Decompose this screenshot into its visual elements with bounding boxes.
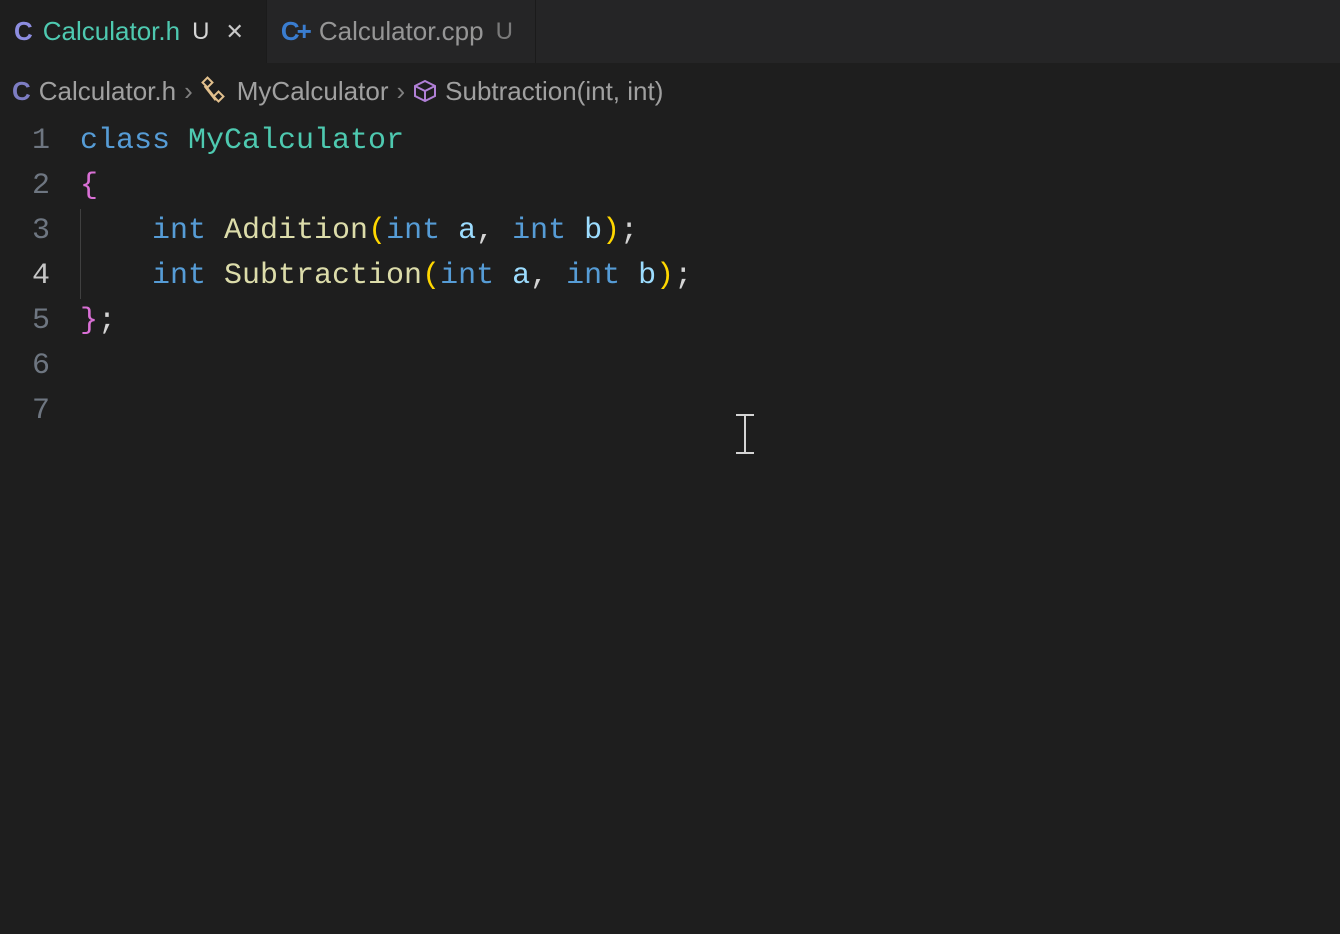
chevron-right-icon: › bbox=[184, 76, 193, 107]
tab-label: Calculator.cpp bbox=[319, 16, 484, 47]
tab-label: Calculator.h bbox=[43, 16, 180, 47]
code-line[interactable]: int Subtraction(int a, int b); bbox=[80, 254, 692, 299]
code-line[interactable]: int Addition(int a, int b); bbox=[80, 209, 692, 254]
code-content[interactable]: class MyCalculator{ int Addition(int a, … bbox=[80, 119, 692, 434]
code-editor[interactable]: 1234567 class MyCalculator{ int Addition… bbox=[0, 119, 1340, 434]
breadcrumb-class-label: MyCalculator bbox=[237, 76, 389, 107]
line-number: 1 bbox=[0, 119, 50, 164]
file-cpp-icon: C+ bbox=[281, 16, 309, 47]
breadcrumb: C Calculator.h › MyCalculator › Subtract… bbox=[0, 63, 1340, 119]
breadcrumb-file-label: Calculator.h bbox=[39, 76, 176, 107]
file-c-icon: C bbox=[14, 16, 33, 47]
chevron-right-icon: › bbox=[396, 76, 405, 107]
close-icon[interactable]: ✕ bbox=[225, 19, 243, 45]
code-line[interactable]: class MyCalculator bbox=[80, 119, 692, 164]
tab-calculator-h[interactable]: C Calculator.h U ✕ bbox=[0, 0, 267, 63]
line-number: 6 bbox=[0, 344, 50, 389]
breadcrumb-symbol-label: Subtraction(int, int) bbox=[445, 76, 663, 107]
tab-bar: C Calculator.h U ✕ C+ Calculator.cpp U bbox=[0, 0, 1340, 63]
code-line[interactable]: }; bbox=[80, 299, 692, 344]
git-modified-badge: U bbox=[192, 18, 209, 46]
line-number-gutter: 1234567 bbox=[0, 119, 80, 434]
text-cursor bbox=[736, 414, 754, 454]
code-line[interactable] bbox=[80, 344, 692, 389]
line-number: 5 bbox=[0, 299, 50, 344]
code-line[interactable]: { bbox=[80, 164, 692, 209]
class-icon bbox=[201, 78, 229, 104]
line-number: 7 bbox=[0, 389, 50, 434]
breadcrumb-symbol[interactable]: Subtraction(int, int) bbox=[409, 74, 667, 109]
method-cube-icon bbox=[413, 78, 437, 104]
line-number: 4 bbox=[0, 254, 50, 299]
line-number: 3 bbox=[0, 209, 50, 254]
breadcrumb-class[interactable]: MyCalculator bbox=[197, 74, 393, 109]
breadcrumb-file[interactable]: C Calculator.h bbox=[8, 74, 180, 109]
tab-calculator-cpp[interactable]: C+ Calculator.cpp U bbox=[267, 0, 536, 63]
file-c-icon: C bbox=[12, 76, 31, 107]
git-modified-badge: U bbox=[496, 18, 513, 46]
line-number: 2 bbox=[0, 164, 50, 209]
code-line[interactable] bbox=[80, 389, 692, 434]
